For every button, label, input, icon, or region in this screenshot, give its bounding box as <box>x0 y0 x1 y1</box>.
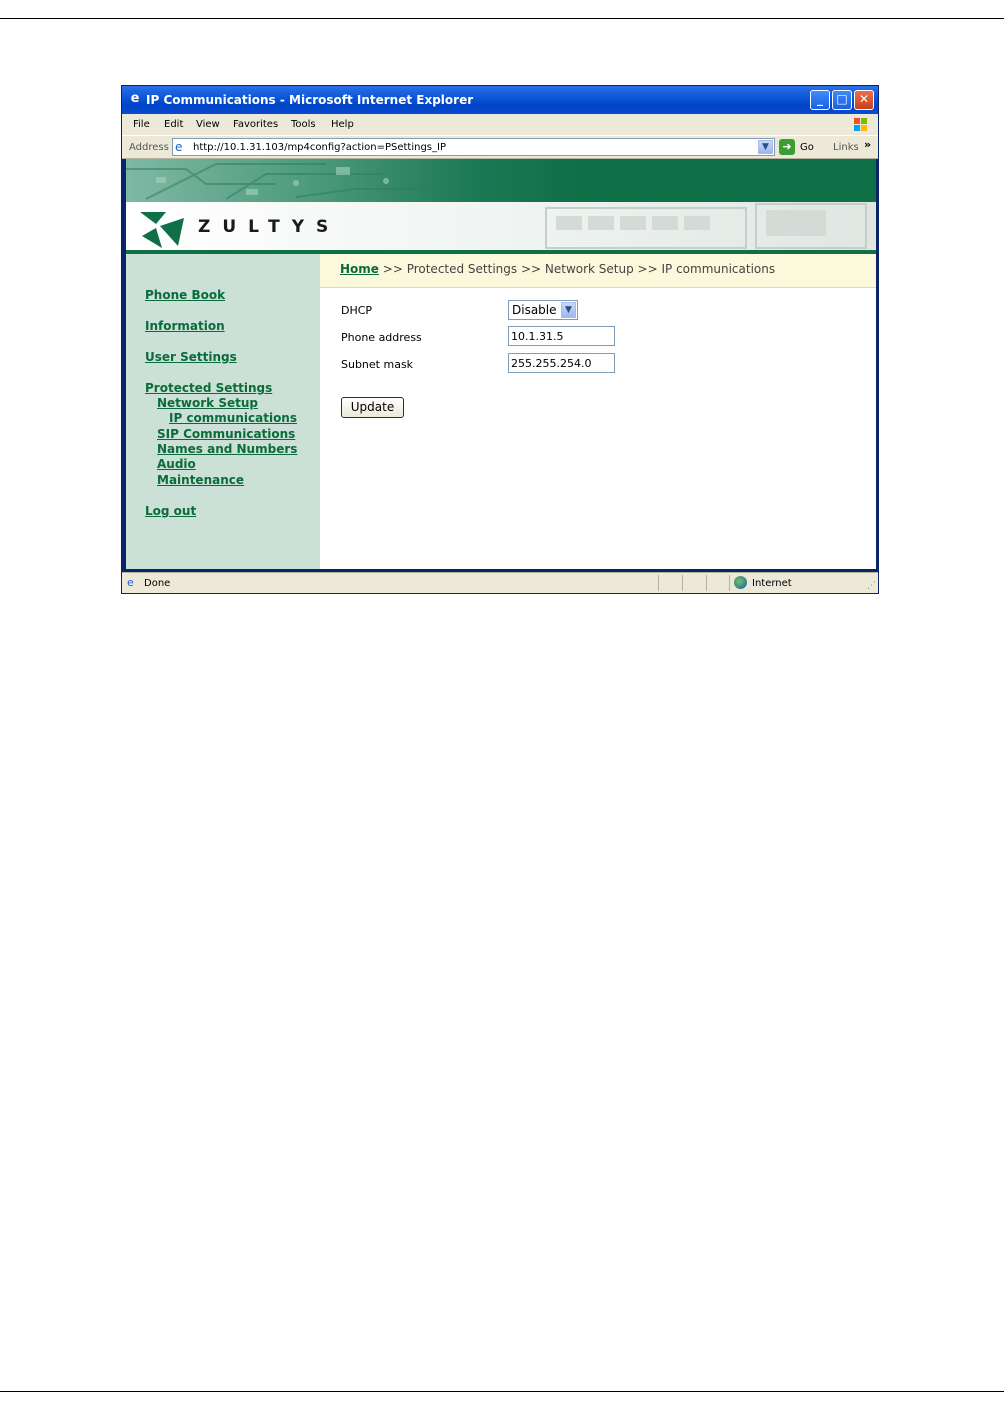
ip-settings-form: DHCP Disable ▼ Phone address Subnet mask… <box>320 288 876 569</box>
logo-banner: ZULTYS <box>126 202 876 250</box>
sidebar-item-user-settings[interactable]: User Settings <box>145 350 237 364</box>
links-label[interactable]: Links <box>833 142 859 153</box>
sidebar-item-audio[interactable]: Audio <box>157 457 196 471</box>
sidebar-item-protected-settings[interactable]: Protected Settings <box>145 381 272 395</box>
update-button[interactable]: Update <box>341 397 404 418</box>
browser-window: e IP Communications - Microsoft Internet… <box>121 85 879 594</box>
zultys-logo-icon <box>140 212 184 248</box>
sidebar-item-network-setup[interactable]: Network Setup <box>157 396 258 410</box>
status-text: Done <box>144 578 171 589</box>
security-zone-text: Internet <box>752 578 792 589</box>
menu-view[interactable]: View <box>196 119 220 130</box>
go-arrow-icon[interactable]: ➜ <box>779 139 795 155</box>
sidebar-item-log-out[interactable]: Log out <box>145 504 196 518</box>
address-dropdown-button[interactable]: ▼ <box>758 140 773 154</box>
dhcp-select[interactable]: Disable ▼ <box>508 300 578 320</box>
dhcp-selected-value: Disable <box>512 303 557 317</box>
windows-logo-icon <box>854 118 867 131</box>
minimize-button[interactable]: _ <box>810 90 830 110</box>
subnet-mask-input[interactable] <box>508 353 615 373</box>
menu-bar: File Edit View Favorites Tools Help <box>122 114 878 135</box>
page-bottom-rule <box>0 1391 1004 1392</box>
sidebar-item-ip-communications[interactable]: IP communications <box>169 411 297 425</box>
status-divider <box>706 575 707 591</box>
breadcrumb-home-link[interactable]: Home <box>340 262 379 276</box>
internet-zone-icon <box>734 576 747 589</box>
menu-favorites[interactable]: Favorites <box>233 119 278 130</box>
window-title: IP Communications - Microsoft Internet E… <box>146 93 474 107</box>
sidebar-nav: Phone Book Information User Settings Pro… <box>126 254 320 569</box>
status-divider <box>682 575 683 591</box>
sidebar-item-names-and-numbers[interactable]: Names and Numbers <box>157 442 297 456</box>
page-icon: e <box>175 140 183 154</box>
page-status-icon: e <box>127 576 134 589</box>
breadcrumb-path: >> Protected Settings >> Network Setup >… <box>382 262 776 276</box>
breadcrumb-trail: Home >> Protected Settings >> Network Se… <box>340 262 775 276</box>
maximize-button[interactable]: □ <box>832 90 852 110</box>
address-url[interactable]: http://10.1.31.103/mp4config?action=PSet… <box>193 142 446 153</box>
sidebar-item-phone-book[interactable]: Phone Book <box>145 288 225 302</box>
sidebar-item-sip-communications[interactable]: SIP Communications <box>157 427 295 441</box>
close-button[interactable]: ✕ <box>854 90 874 110</box>
subnet-mask-label: Subnet mask <box>341 358 414 371</box>
menu-edit[interactable]: Edit <box>164 119 183 130</box>
address-input[interactable]: e http://10.1.31.103/mp4config?action=PS… <box>172 138 775 156</box>
title-bar[interactable]: e IP Communications - Microsoft Internet… <box>122 86 878 114</box>
links-chevron-icon[interactable]: » <box>864 138 871 151</box>
resize-grip-icon[interactable]: ⋰ <box>867 581 876 591</box>
phone-device-art <box>545 203 867 249</box>
header-banner <box>126 159 876 202</box>
status-bar: e Done Internet ⋰ <box>122 572 878 593</box>
page-content: ZULTYS Phone Book Information User Setti… <box>126 159 876 569</box>
menu-tools[interactable]: Tools <box>291 119 316 130</box>
breadcrumb: Home >> Protected Settings >> Network Se… <box>320 254 876 288</box>
address-label: Address <box>129 142 169 153</box>
brand-name: ZULTYS <box>198 217 341 237</box>
menu-file[interactable]: File <box>133 119 150 130</box>
menu-help[interactable]: Help <box>331 119 354 130</box>
chevron-down-icon[interactable]: ▼ <box>561 302 576 318</box>
status-divider <box>658 575 659 591</box>
page-top-rule <box>0 18 1004 19</box>
address-bar: Address e http://10.1.31.103/mp4config?a… <box>122 135 878 159</box>
sidebar-item-information[interactable]: Information <box>145 319 225 333</box>
ie-icon: e <box>130 91 140 106</box>
sidebar-item-maintenance[interactable]: Maintenance <box>157 473 244 487</box>
status-divider <box>729 575 730 591</box>
go-button[interactable]: Go <box>800 142 814 153</box>
phone-address-input[interactable] <box>508 326 615 346</box>
circuit-board-art <box>126 163 446 200</box>
phone-address-label: Phone address <box>341 331 422 344</box>
dhcp-label: DHCP <box>341 304 373 317</box>
